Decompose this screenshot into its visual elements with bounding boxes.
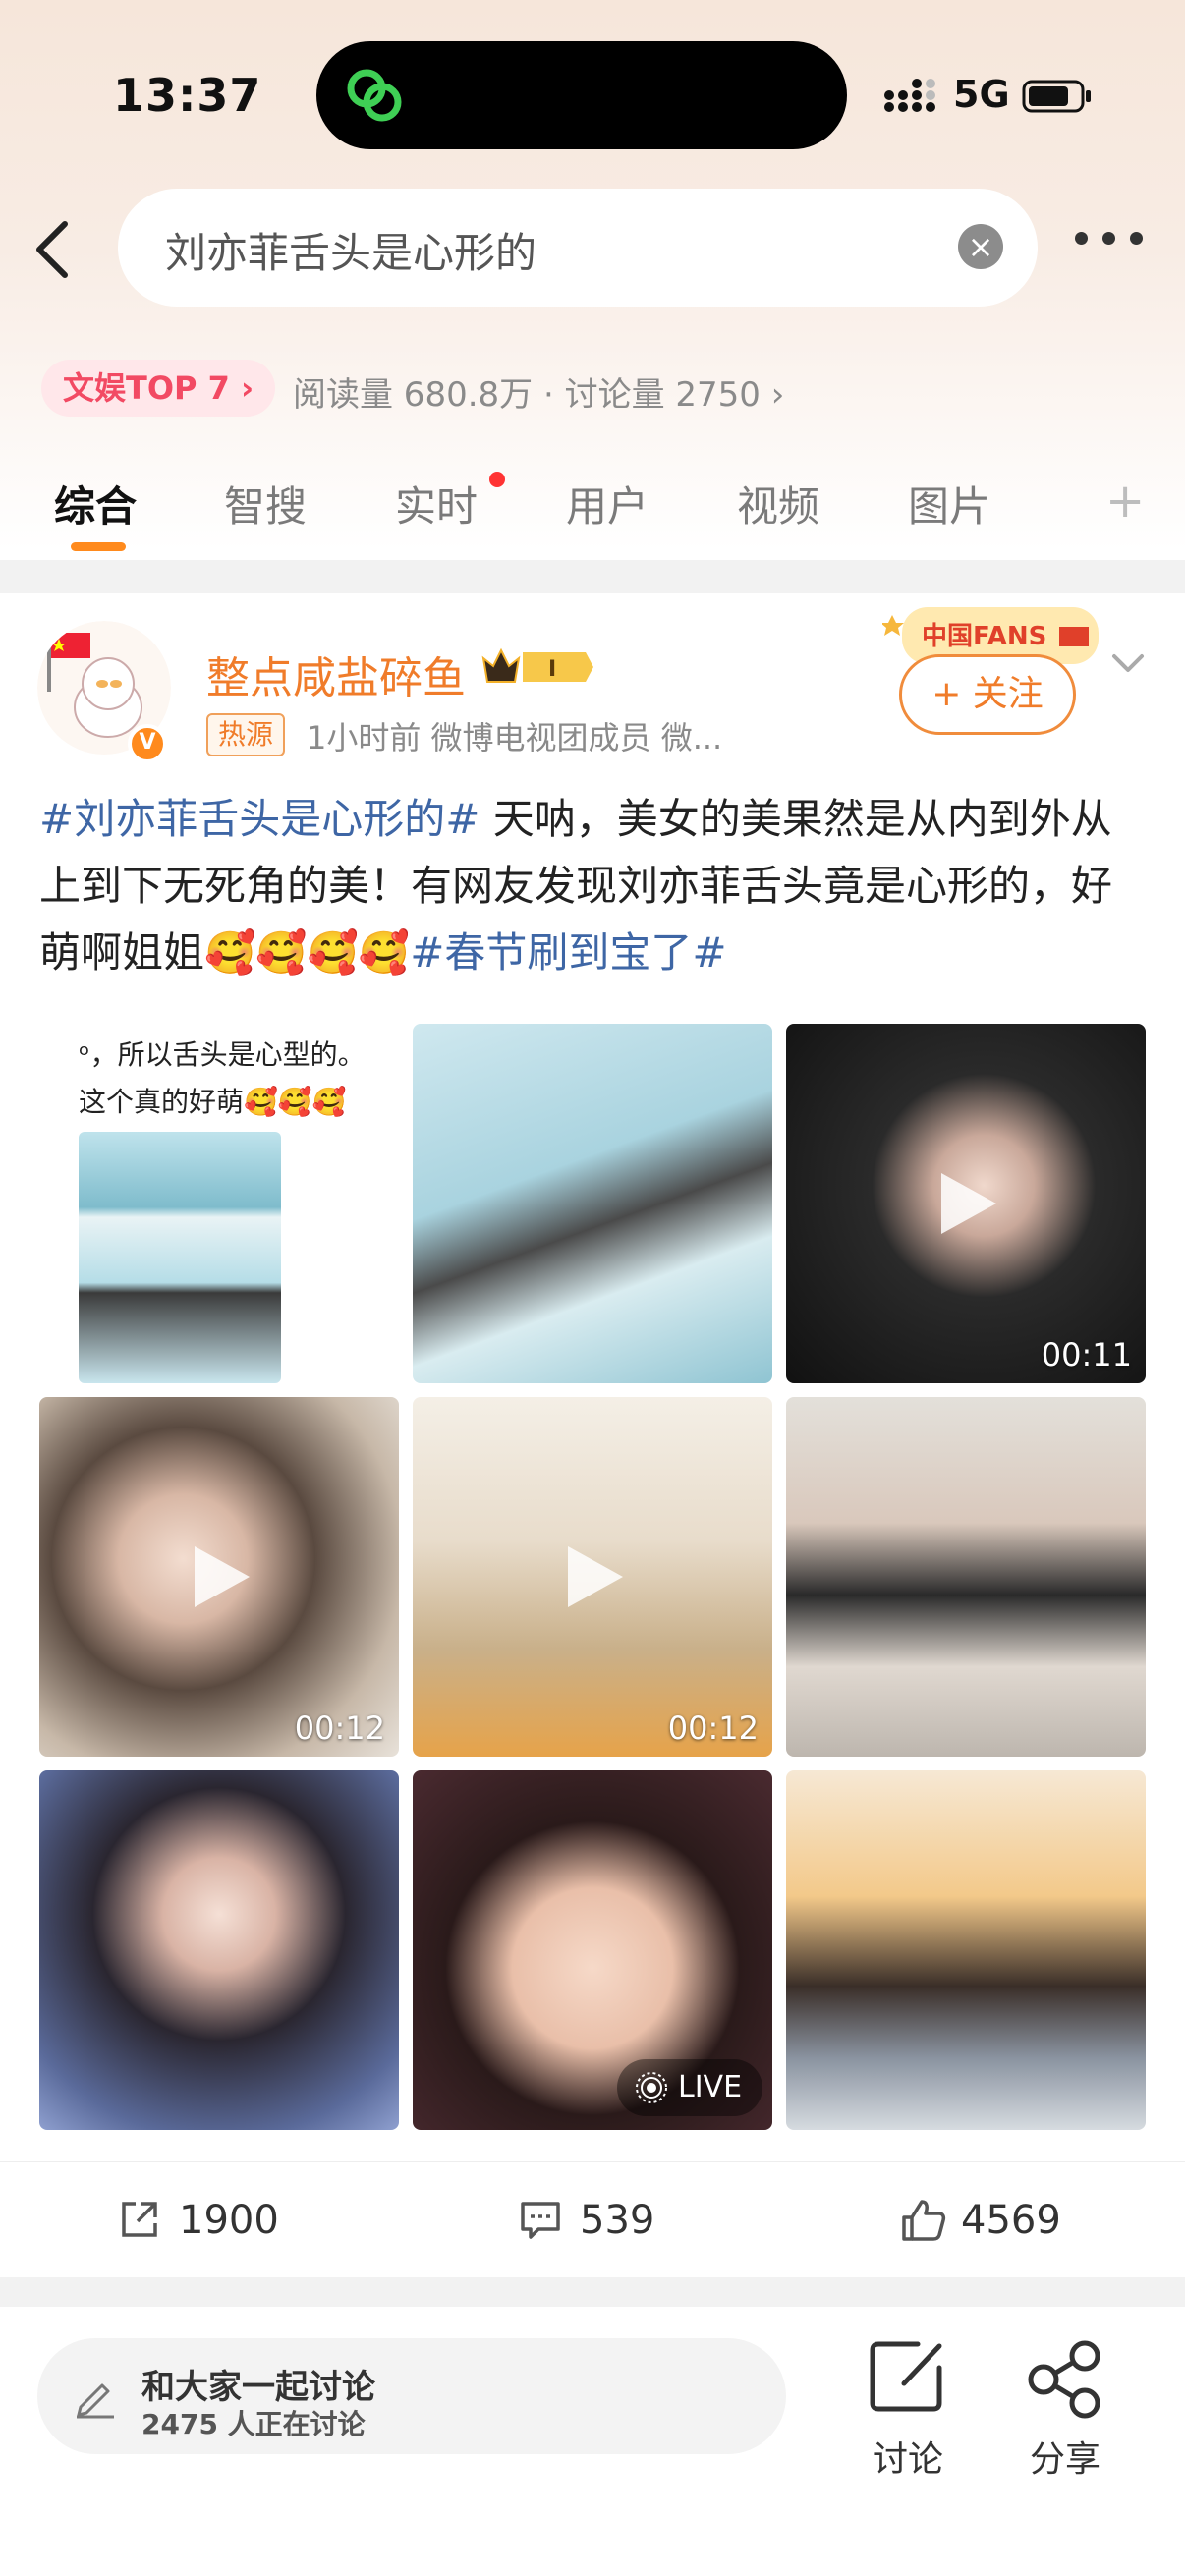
more-options-icon[interactable] bbox=[1075, 232, 1144, 252]
status-time: 13:37 bbox=[113, 69, 262, 122]
pencil-icon bbox=[77, 2383, 114, 2419]
live-photo-cell-8[interactable]: LIVE bbox=[413, 1770, 772, 2130]
image-cell-7[interactable] bbox=[39, 1770, 399, 2130]
rank-badge[interactable]: 文娱TOP 7 › bbox=[41, 360, 276, 417]
comment-button[interactable]: 539 bbox=[519, 2192, 715, 2251]
video-duration: 00:12 bbox=[294, 1709, 385, 1747]
share-button[interactable]: 分享 bbox=[1006, 2334, 1124, 2480]
tab-comprehensive[interactable]: 综合 bbox=[54, 474, 137, 533]
source-tag: 热源 bbox=[206, 713, 286, 756]
image-cell-2[interactable] bbox=[413, 1024, 772, 1383]
repost-count: 1900 bbox=[179, 2198, 279, 2243]
post-action-bar: 1900 539 4569 bbox=[0, 2161, 1185, 2279]
discuss-label: 讨论 bbox=[872, 2439, 943, 2480]
verified-badge: V bbox=[128, 724, 167, 763]
bottom-discuss-bar: 和大家一起讨论 2475 人正在讨论 讨论 分享 bbox=[0, 2307, 1185, 2576]
network-label: 5G bbox=[953, 73, 1010, 116]
like-count: 4569 bbox=[961, 2198, 1061, 2243]
username[interactable]: 整点咸盐碎鱼 bbox=[206, 643, 466, 705]
realtime-dot bbox=[489, 472, 505, 487]
clear-search-icon[interactable]: × bbox=[958, 224, 1003, 269]
discuss-input[interactable]: 和大家一起讨论 2475 人正在讨论 bbox=[37, 2338, 786, 2454]
video-cell-4[interactable]: 00:12 bbox=[39, 1397, 399, 1757]
play-icon[interactable] bbox=[931, 1169, 1000, 1238]
post-text: #刘亦菲舌头是心形的# 天呐，美女的美果然是从内到外从上到下无死角的美！有网友发… bbox=[39, 786, 1150, 986]
section-divider bbox=[0, 2277, 1185, 2307]
tab-bar: 综合 智搜 实时 用户 视频 图片 + bbox=[0, 452, 1185, 560]
thumbnail-image bbox=[79, 1132, 281, 1383]
dynamic-island bbox=[316, 41, 847, 149]
search-row: 刘亦菲舌头是心形的 × bbox=[0, 189, 1185, 307]
vip-level: I bbox=[548, 657, 556, 682]
tab-smart-search[interactable]: 智搜 bbox=[224, 474, 307, 533]
chevron-down-icon[interactable] bbox=[1108, 648, 1148, 678]
tab-realtime[interactable]: 实时 bbox=[395, 474, 478, 533]
link-app-icon bbox=[347, 69, 402, 122]
tab-videos[interactable]: 视频 bbox=[737, 474, 819, 533]
video-cell-3[interactable]: 00:11 bbox=[786, 1024, 1146, 1383]
play-icon[interactable] bbox=[185, 1542, 254, 1611]
share-label: 分享 bbox=[1029, 2439, 1100, 2480]
back-arrow-icon[interactable] bbox=[29, 218, 79, 281]
section-divider bbox=[0, 560, 1185, 593]
topic-meta: 文娱TOP 7 › 阅读量 680.8万 · 讨论量 2750 › bbox=[0, 354, 1185, 422]
image-grid: ᵒ，所以舌头是心型的。 这个真的好萌🥰🥰🥰 00:11 00:12 00:12 bbox=[39, 1024, 1146, 2130]
vip-crown-icon: I bbox=[481, 647, 593, 683]
repost-button[interactable]: 1900 bbox=[118, 2192, 314, 2251]
discuss-button[interactable]: 讨论 bbox=[849, 2334, 967, 2480]
status-bar: 13:37 5G bbox=[0, 0, 1185, 187]
hashtag-link[interactable]: #刘亦菲舌头是心形的# bbox=[39, 795, 480, 843]
post-meta: 1小时前 微博电视团成员 微... bbox=[307, 719, 723, 756]
live-label: LIVE bbox=[678, 2070, 743, 2104]
tab-users[interactable]: 用户 bbox=[566, 474, 649, 533]
follow-button[interactable]: + 关注 bbox=[899, 654, 1076, 735]
search-query: 刘亦菲舌头是心形的 bbox=[165, 229, 537, 277]
search-input[interactable]: 刘亦菲舌头是心形的 × bbox=[118, 189, 1038, 307]
video-duration: 00:11 bbox=[1041, 1336, 1132, 1373]
read-stats[interactable]: 阅读量 680.8万 · 讨论量 2750 › bbox=[293, 367, 784, 416]
video-duration: 00:12 bbox=[667, 1709, 759, 1747]
live-icon bbox=[636, 2072, 667, 2103]
comment-icon bbox=[521, 2202, 560, 2239]
signal-icon bbox=[884, 79, 935, 112]
comment-count: 539 bbox=[580, 2198, 655, 2243]
repost-icon bbox=[122, 2202, 157, 2237]
image-cell-6[interactable] bbox=[786, 1397, 1146, 1757]
tab-images[interactable]: 图片 bbox=[908, 474, 990, 533]
svg-text:中国FANS: 中国FANS bbox=[922, 622, 1046, 651]
discuss-count: 2475 人正在讨论 bbox=[141, 2408, 366, 2440]
live-photo-badge: LIVE bbox=[617, 2059, 762, 2116]
thumbs-up-icon bbox=[902, 2200, 946, 2241]
like-button[interactable]: 4569 bbox=[900, 2192, 1116, 2251]
image-cell-9[interactable] bbox=[786, 1770, 1146, 2130]
add-tab-icon[interactable]: + bbox=[1105, 474, 1145, 529]
play-icon[interactable] bbox=[558, 1542, 627, 1611]
image-cell-1[interactable]: ᵒ，所以舌头是心型的。 这个真的好萌🥰🥰🥰 bbox=[39, 1024, 399, 1383]
share-icon bbox=[1028, 2340, 1100, 2419]
battery-icon bbox=[1022, 80, 1091, 113]
compose-icon bbox=[870, 2341, 942, 2412]
image-caption: ᵒ，所以舌头是心型的。 这个真的好萌🥰🥰🥰 bbox=[79, 1038, 366, 1118]
video-cell-5[interactable]: 00:12 bbox=[413, 1397, 772, 1757]
hashtag-link[interactable]: #春节刷到宝了# bbox=[410, 928, 726, 977]
active-tab-indicator bbox=[71, 542, 126, 551]
post-emojis: 🥰🥰🥰🥰 bbox=[204, 928, 411, 977]
discuss-title: 和大家一起讨论 bbox=[141, 2368, 375, 2407]
